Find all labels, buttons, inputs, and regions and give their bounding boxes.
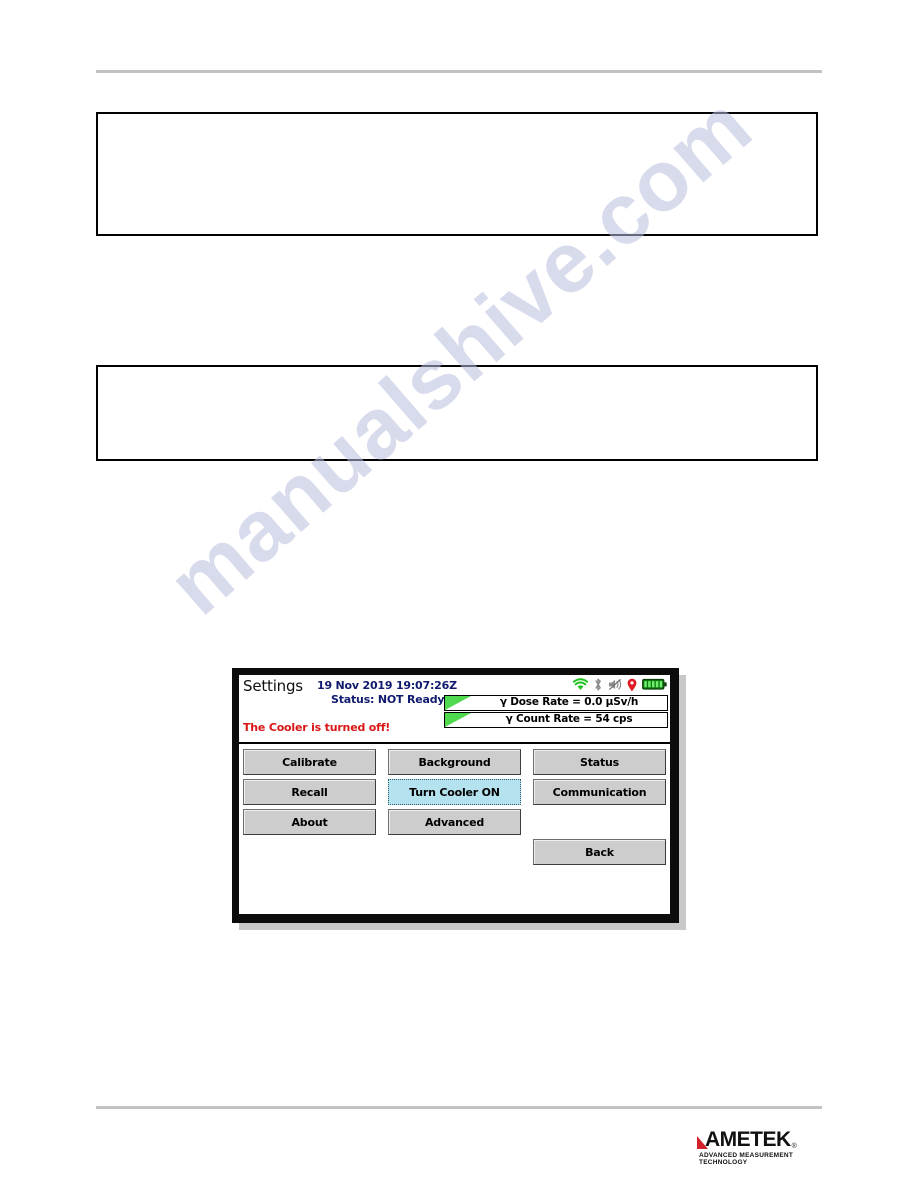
header-rule bbox=[96, 70, 822, 73]
footer-rule bbox=[96, 1106, 822, 1109]
device-screen: Settings 19 Nov 2019 19:07:26Z Status: N… bbox=[239, 675, 670, 914]
count-rate-bar-indicator bbox=[445, 713, 471, 727]
button-background[interactable]: Background bbox=[388, 749, 521, 775]
battery-icon bbox=[642, 678, 667, 691]
count-rate-label: γ Count Rate = 54 cps bbox=[505, 713, 633, 725]
location-pin-icon bbox=[627, 678, 637, 692]
button-slot-empty-3 bbox=[388, 839, 521, 865]
registered-trademark-icon: ® bbox=[791, 1143, 797, 1150]
button-communication[interactable]: Communication bbox=[533, 779, 666, 805]
dose-rate-row: γ Dose Rate = 0.0 µSv/h bbox=[444, 695, 668, 711]
logo-wordmark: AMETEK bbox=[705, 1128, 791, 1151]
button-recall[interactable]: Recall bbox=[243, 779, 376, 805]
button-slot-empty-2 bbox=[243, 839, 376, 865]
button-advanced[interactable]: Advanced bbox=[388, 809, 521, 835]
speaker-muted-icon bbox=[608, 678, 622, 691]
button-slot-empty-1 bbox=[533, 809, 666, 835]
alert-message: The Cooler is turned off! bbox=[243, 721, 391, 734]
button-back[interactable]: Back bbox=[533, 839, 666, 865]
logo-mark: AMETEK ® bbox=[697, 1129, 827, 1150]
instrument-device: Settings 19 Nov 2019 19:07:26Z Status: N… bbox=[232, 668, 679, 923]
logo-tagline: ADVANCED MEASUREMENT TECHNOLOGY bbox=[699, 1152, 794, 1166]
bluetooth-icon bbox=[593, 677, 603, 692]
dose-rate-label: γ Dose Rate = 0.0 µSv/h bbox=[499, 696, 639, 708]
count-rate-row: γ Count Rate = 54 cps bbox=[444, 712, 668, 728]
screen-header: Settings 19 Nov 2019 19:07:26Z Status: N… bbox=[239, 675, 670, 744]
settings-button-grid: Calibrate Background Status Recall Turn … bbox=[243, 749, 666, 865]
note-box-lower bbox=[96, 365, 818, 461]
page-title: Settings bbox=[243, 677, 303, 695]
screen-body: Calibrate Background Status Recall Turn … bbox=[239, 744, 670, 914]
button-about[interactable]: About bbox=[243, 809, 376, 835]
button-status[interactable]: Status bbox=[533, 749, 666, 775]
wifi-icon bbox=[573, 678, 588, 691]
button-turn-cooler-on[interactable]: Turn Cooler ON bbox=[388, 779, 521, 805]
radiation-rate-panel: γ Dose Rate = 0.0 µSv/h γ Count Rate = 5… bbox=[444, 695, 668, 729]
dose-rate-bar-indicator bbox=[445, 696, 471, 710]
button-calibrate[interactable]: Calibrate bbox=[243, 749, 376, 775]
datetime-label: 19 Nov 2019 19:07:26Z bbox=[317, 679, 457, 692]
ametek-logo: AMETEK ® ADVANCED MEASUREMENT TECHNOLOGY bbox=[697, 1129, 827, 1166]
status-label: Status: NOT Ready bbox=[331, 693, 445, 706]
note-box-upper bbox=[96, 112, 818, 236]
status-icon-tray bbox=[573, 676, 667, 693]
